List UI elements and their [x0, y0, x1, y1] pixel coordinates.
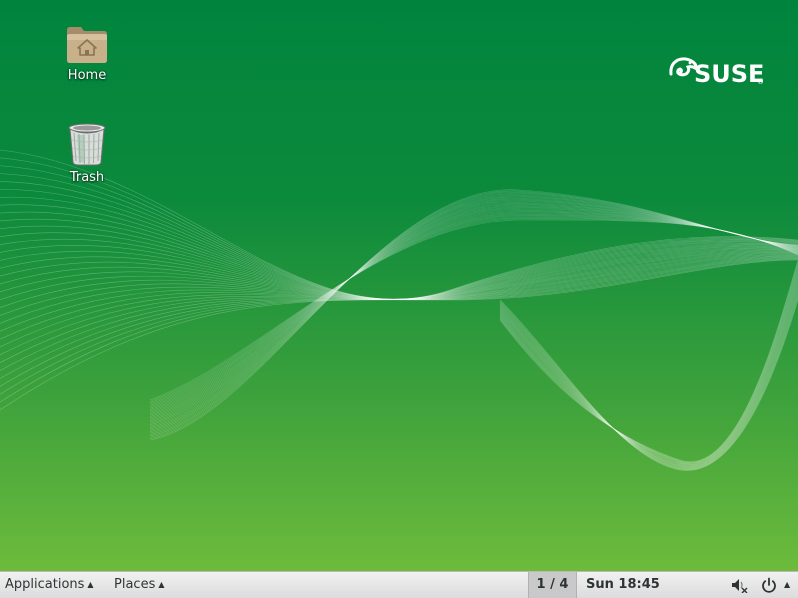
applications-menu-label: Applications: [5, 577, 85, 592]
system-menu-arrow-icon[interactable]: ▲: [784, 572, 790, 598]
home-folder-icon: [67, 27, 107, 63]
suse-logo: SUSE ®: [668, 44, 764, 92]
desktop-icon-label-trash: Trash: [69, 170, 105, 185]
applications-menu-arrow-icon: ▲: [87, 580, 94, 589]
applications-menu[interactable]: Applications ▲: [0, 572, 99, 598]
desktop-icon-label-home: Home: [67, 68, 107, 83]
places-menu-arrow-icon: ▲: [158, 580, 165, 589]
logo-registered-mark: ®: [757, 78, 764, 86]
power-icon[interactable]: [760, 577, 778, 593]
clock[interactable]: Sun 18:45: [586, 572, 660, 598]
logo-wordmark: SUSE: [694, 60, 765, 88]
bottom-panel: Applications ▲ Places ▲ 1 / 4 Sun 18:45 ▲: [0, 571, 798, 598]
volume-muted-icon[interactable]: [730, 577, 748, 593]
desktop-background[interactable]: Home Trash SUSE ®: [0, 0, 798, 571]
desktop-icon-home[interactable]: Home: [42, 24, 132, 83]
desktop-icon-trash[interactable]: Trash: [42, 122, 132, 185]
workspace-switcher[interactable]: 1 / 4: [528, 572, 577, 598]
places-menu-label: Places: [114, 577, 156, 592]
trash-icon: [68, 123, 106, 166]
places-menu[interactable]: Places ▲: [109, 572, 170, 598]
